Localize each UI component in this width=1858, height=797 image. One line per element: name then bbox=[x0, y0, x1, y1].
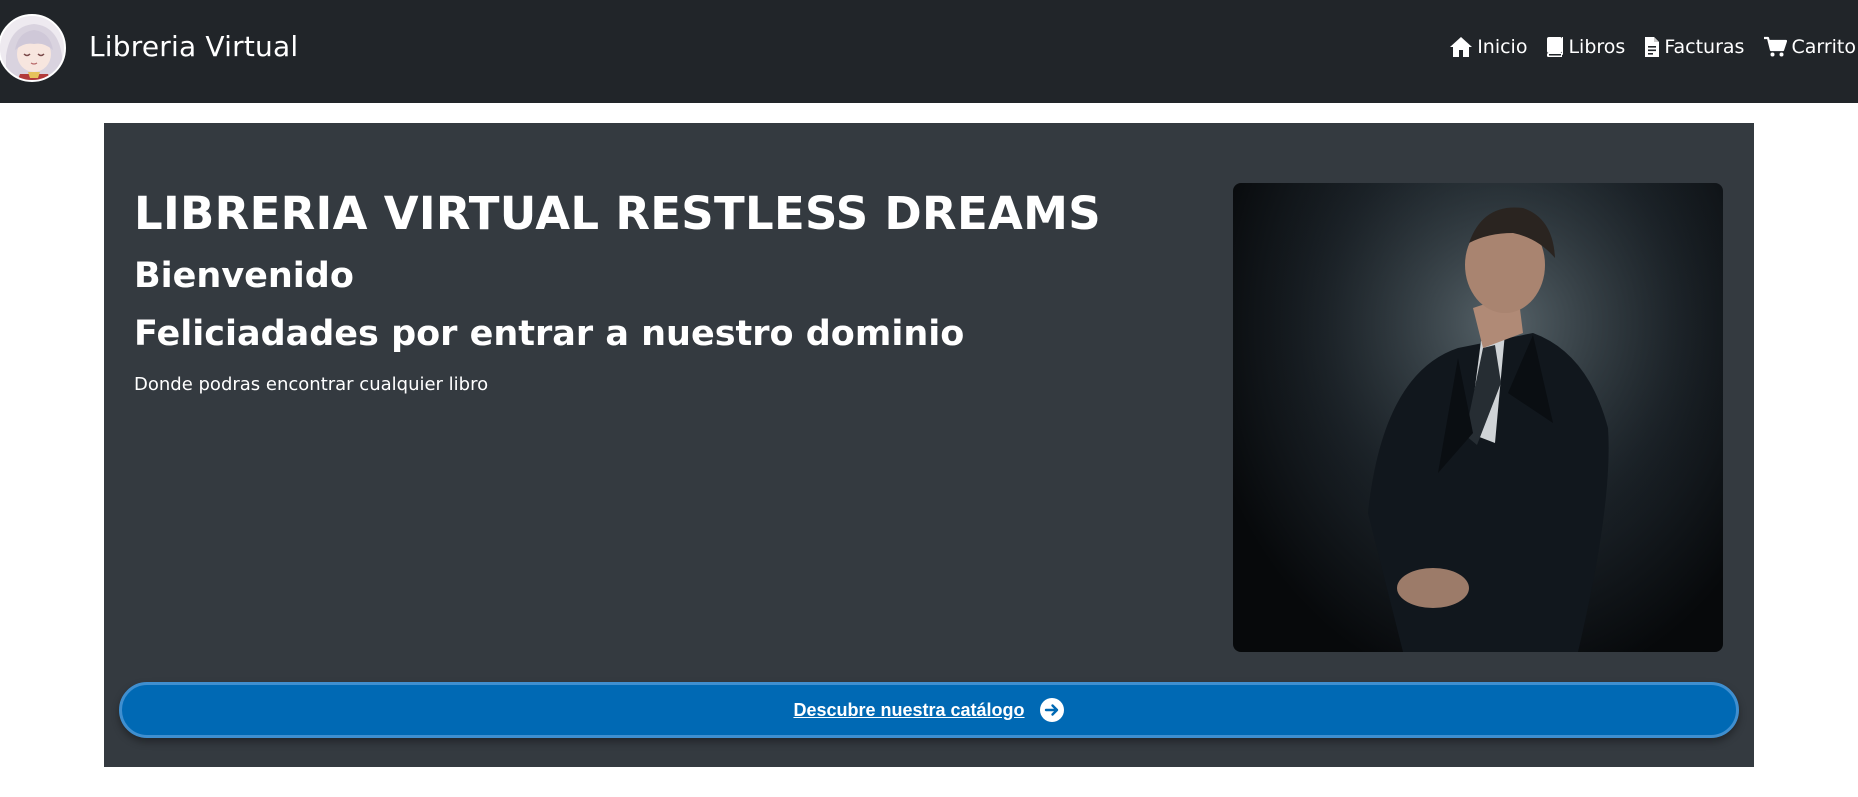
brand-avatar[interactable] bbox=[0, 14, 66, 82]
nav-item-libros[interactable]: Libros bbox=[1546, 36, 1625, 58]
home-icon bbox=[1450, 37, 1473, 57]
discover-catalog-button[interactable]: Descubre nuestra catálogo bbox=[119, 682, 1739, 738]
hero-image bbox=[1233, 183, 1723, 652]
discover-catalog-label: Descubre nuestra catálogo bbox=[793, 699, 1025, 720]
cart-icon bbox=[1764, 36, 1788, 57]
nav-item-facturas[interactable]: Facturas bbox=[1644, 36, 1744, 58]
hero-subtitle: Feliciadades por entrar a nuestro domini… bbox=[134, 314, 965, 354]
book-icon bbox=[1547, 37, 1564, 57]
nav-item-carrito[interactable]: Carrito bbox=[1763, 36, 1856, 58]
hero-welcome: Bienvenido bbox=[134, 256, 354, 296]
document-icon bbox=[1645, 37, 1660, 57]
arrow-right-circle-icon bbox=[1039, 697, 1065, 723]
hero-title: LIBRERIA VIRTUAL RESTLESS DREAMS bbox=[134, 187, 1101, 240]
nav-item-label: Libros bbox=[1568, 36, 1626, 58]
nav-item-label: Facturas bbox=[1664, 36, 1745, 58]
navbar: Libreria Virtual Inicio Libros Facturas … bbox=[0, 0, 1858, 103]
hero-text: Donde podras encontrar cualquier libro bbox=[134, 374, 489, 395]
brand-title[interactable]: Libreria Virtual bbox=[89, 30, 298, 63]
hero-panel: LIBRERIA VIRTUAL RESTLESS DREAMS Bienven… bbox=[104, 123, 1754, 767]
main-nav: Inicio Libros Facturas Carrito bbox=[1430, 36, 1856, 58]
nav-item-label: Inicio bbox=[1477, 36, 1528, 58]
nav-item-inicio[interactable]: Inicio bbox=[1449, 36, 1527, 58]
nav-item-label: Carrito bbox=[1791, 36, 1856, 58]
